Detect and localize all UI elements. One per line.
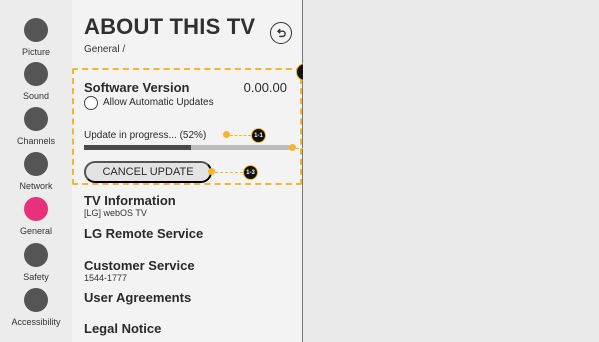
- callout-leader-line: [215, 172, 243, 173]
- menu-item-title: Legal Notice: [84, 321, 162, 336]
- category-sound[interactable]: Sound: [0, 62, 72, 101]
- menu-item-title: LG Remote Service: [84, 226, 204, 241]
- network-icon: [24, 152, 48, 176]
- menu-item-subtitle: [LG] webOS TV: [84, 208, 147, 218]
- sound-icon: [24, 62, 48, 86]
- menu-item-subtitle: 1544-1777: [84, 273, 128, 283]
- menu-item-title: User Agreements: [84, 290, 192, 305]
- back-button[interactable]: [270, 22, 292, 44]
- safety-icon: [24, 243, 48, 267]
- category-general[interactable]: General: [0, 197, 72, 236]
- category-label: General: [19, 226, 53, 236]
- category-label: Accessibility: [11, 317, 61, 327]
- menu-item-title: TV Information: [84, 193, 176, 208]
- category-accessibility[interactable]: Accessibility: [0, 288, 72, 327]
- category-label: Safety: [23, 272, 49, 282]
- picture-icon: [24, 18, 48, 42]
- menu-item-user-agreements[interactable]: User Agreements: [84, 291, 191, 305]
- category-safety[interactable]: Safety: [0, 243, 72, 282]
- callout-badge-1-1: 1-1: [251, 128, 266, 143]
- general-icon: [24, 197, 48, 221]
- category-label: Network: [19, 181, 53, 191]
- breadcrumb: General /: [84, 44, 126, 55]
- channels-icon: [24, 107, 48, 131]
- callout-leader-line: [230, 135, 251, 136]
- category-label: Channels: [16, 136, 56, 146]
- menu-item-title: Customer Service: [84, 258, 195, 273]
- menu-item-customer-service[interactable]: Customer Service 1544-1777: [84, 258, 195, 284]
- page-title: ABOUT THIS TV: [84, 14, 256, 39]
- callout-highlight-box: [72, 68, 302, 185]
- back-icon: [276, 28, 286, 38]
- menu-item-tv-information[interactable]: TV Information [LG] webOS TV: [84, 193, 176, 219]
- callout-anchor-dot: [208, 168, 215, 175]
- category-channels[interactable]: Channels: [0, 107, 72, 146]
- callout-anchor-dot: [223, 131, 230, 138]
- callout-anchor-dot: [289, 144, 296, 151]
- category-label: Sound: [22, 91, 50, 101]
- tv-content-area: [303, 0, 599, 342]
- settings-category-rail: Picture Sound Channels Network General S…: [0, 0, 72, 342]
- category-picture[interactable]: Picture: [0, 18, 72, 57]
- menu-item-legal-notice[interactable]: Legal Notice: [84, 322, 161, 336]
- menu-item-lg-remote-service[interactable]: LG Remote Service: [84, 227, 203, 241]
- category-label: Picture: [21, 47, 50, 57]
- accessibility-icon: [24, 288, 48, 312]
- category-network[interactable]: Network: [0, 152, 72, 191]
- callout-badge-1-3: 1-3: [243, 165, 258, 180]
